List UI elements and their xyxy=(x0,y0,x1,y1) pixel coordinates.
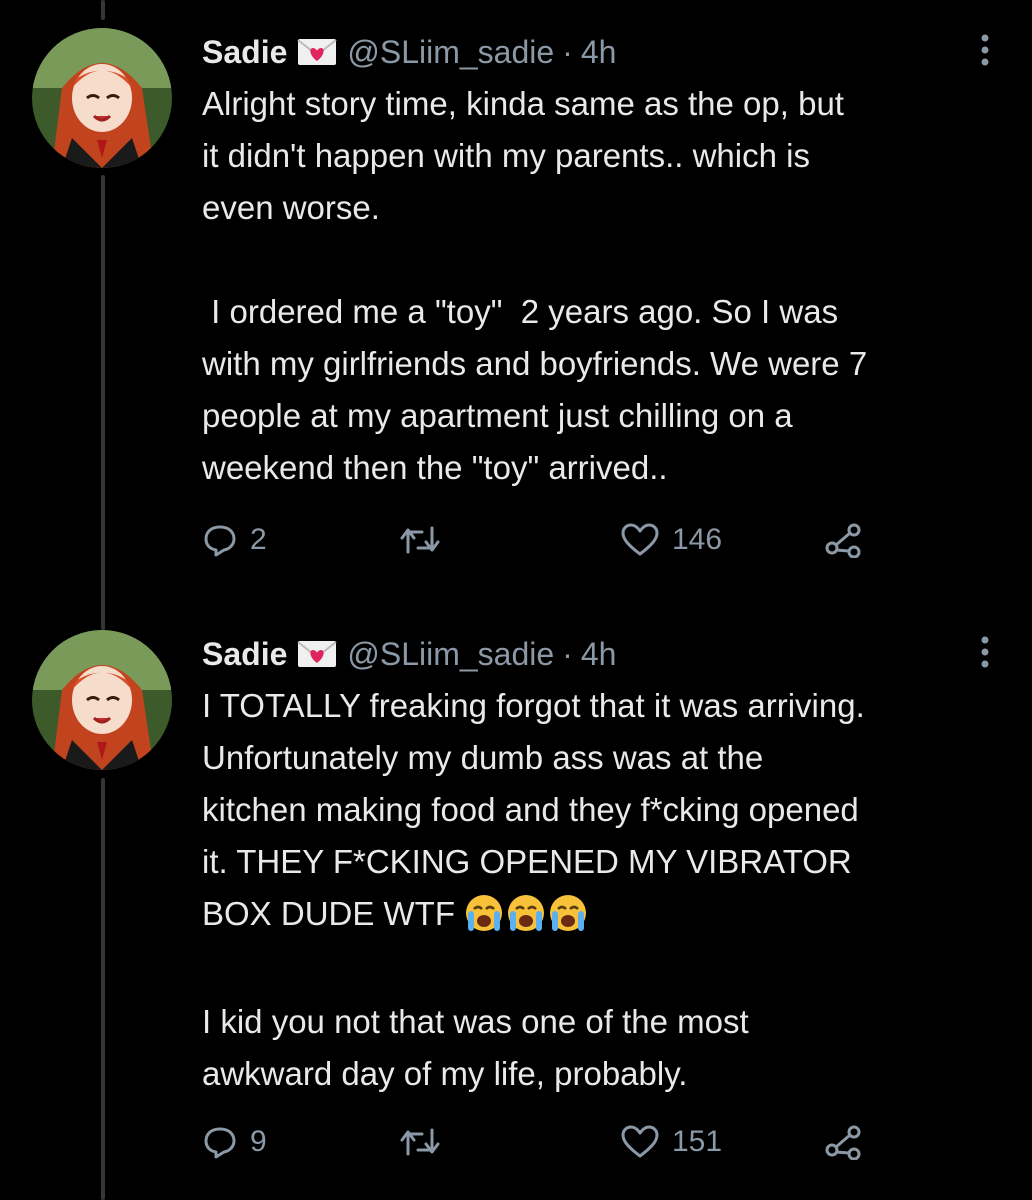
tweet[interactable]: Sadie @SLiim_sadie · 4h Alright story ti… xyxy=(0,28,1032,588)
reply-button[interactable]: 2 xyxy=(202,522,267,558)
more-options-icon[interactable] xyxy=(978,632,992,672)
retweet-button[interactable] xyxy=(398,522,442,558)
display-name[interactable]: Sadie xyxy=(202,636,287,673)
envelope-heart-icon xyxy=(297,639,337,669)
share-button[interactable] xyxy=(824,522,864,558)
separator: · xyxy=(562,635,573,672)
tweet-text: Alright story time, kinda same as the op… xyxy=(202,85,868,486)
tweet-text: I TOTALLY freaking forgot that it was ar… xyxy=(202,680,1002,948)
avatar[interactable] xyxy=(32,28,172,168)
avatar[interactable] xyxy=(32,630,172,770)
retweet-button[interactable] xyxy=(398,1124,442,1160)
tweet-header: Sadie @SLiim_sadie · 4h xyxy=(202,632,616,676)
tweet-header: Sadie @SLiim_sadie · 4h xyxy=(202,30,616,74)
like-button[interactable]: 151 xyxy=(620,1124,722,1160)
heart-icon xyxy=(621,1125,659,1158)
tweet-actions: 9 151 xyxy=(202,1124,902,1174)
timestamp[interactable]: 4h xyxy=(581,34,617,71)
like-button[interactable]: 146 xyxy=(620,522,722,558)
reply-icon xyxy=(204,525,236,557)
timestamp[interactable]: 4h xyxy=(581,636,617,673)
loudly-crying-face-icon xyxy=(464,893,504,948)
retweet-icon xyxy=(400,1128,440,1156)
separator: · xyxy=(562,33,573,70)
user-handle[interactable]: @SLiim_sadie xyxy=(347,636,554,673)
share-button[interactable] xyxy=(824,1124,864,1160)
reply-button[interactable]: 9 xyxy=(202,1124,267,1160)
envelope-heart-icon xyxy=(297,37,337,67)
tweet[interactable]: Sadie @SLiim_sadie · 4h I TOTALLY freaki… xyxy=(0,630,1032,1190)
heart-icon xyxy=(621,523,659,556)
more-options-icon[interactable] xyxy=(978,30,992,70)
thread-line xyxy=(101,0,105,20)
user-handle[interactable]: @SLiim_sadie xyxy=(347,34,554,71)
reply-count: 9 xyxy=(250,1125,267,1158)
tweet-text-continued: I kid you not that was one of the most a… xyxy=(202,1003,749,1092)
share-icon xyxy=(825,1125,861,1160)
reply-count: 2 xyxy=(250,523,267,556)
reply-icon xyxy=(204,1127,236,1159)
like-count: 146 xyxy=(672,523,723,556)
loudly-crying-face-icon xyxy=(506,893,546,948)
like-count: 151 xyxy=(672,1125,723,1158)
loudly-crying-face-icon xyxy=(548,893,588,948)
display-name[interactable]: Sadie xyxy=(202,34,287,71)
retweet-icon xyxy=(400,526,440,554)
tweet-actions: 2 146 xyxy=(202,522,902,572)
share-icon xyxy=(825,523,861,558)
